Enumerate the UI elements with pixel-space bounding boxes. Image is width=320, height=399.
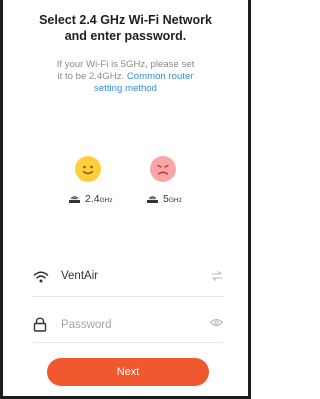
lock-icon: [33, 317, 47, 332]
router-icon: [147, 196, 158, 203]
next-button[interactable]: Next: [47, 358, 209, 386]
title-line-1: Select 2.4 GHz Wi-Fi Network: [39, 13, 212, 27]
ssid-divider: [33, 296, 223, 297]
band-5ghz: 5GHz: [146, 191, 182, 207]
ssid-value[interactable]: VentAir: [61, 270, 98, 282]
instructions: If your Wi-Fi is 5GHz, please set it to …: [0, 59, 251, 95]
happy-face-icon: [75, 156, 101, 182]
password-row: [33, 314, 223, 336]
ssid-field[interactable]: VentAir: [33, 267, 223, 289]
router-settings-link[interactable]: Common router: [127, 71, 194, 82]
instructions-line-2: it to be 2.4GHz. Common router: [0, 71, 251, 83]
instructions-line-1: If your Wi-Fi is 5GHz, please set: [56, 59, 195, 70]
switch-network-icon[interactable]: [211, 271, 223, 281]
wifi-icon: [33, 271, 49, 283]
router-icon: [69, 196, 80, 203]
band-2-4-label: 2.4GHz: [85, 193, 113, 205]
router-settings-link-cont[interactable]: setting method: [0, 83, 251, 95]
sad-face-icon: [150, 156, 176, 182]
password-divider: [33, 342, 223, 343]
band-2-4ghz: 2.4GHz: [68, 191, 113, 207]
band-5-label: 5GHz: [163, 193, 182, 205]
password-input[interactable]: [59, 314, 203, 336]
eye-icon[interactable]: [210, 318, 223, 327]
instructions-line-2-text: it to be 2.4GHz.: [57, 71, 125, 82]
page-title: Select 2.4 GHz Wi-Fi Network and enter p…: [0, 12, 251, 44]
title-line-2: and enter password.: [64, 29, 187, 43]
